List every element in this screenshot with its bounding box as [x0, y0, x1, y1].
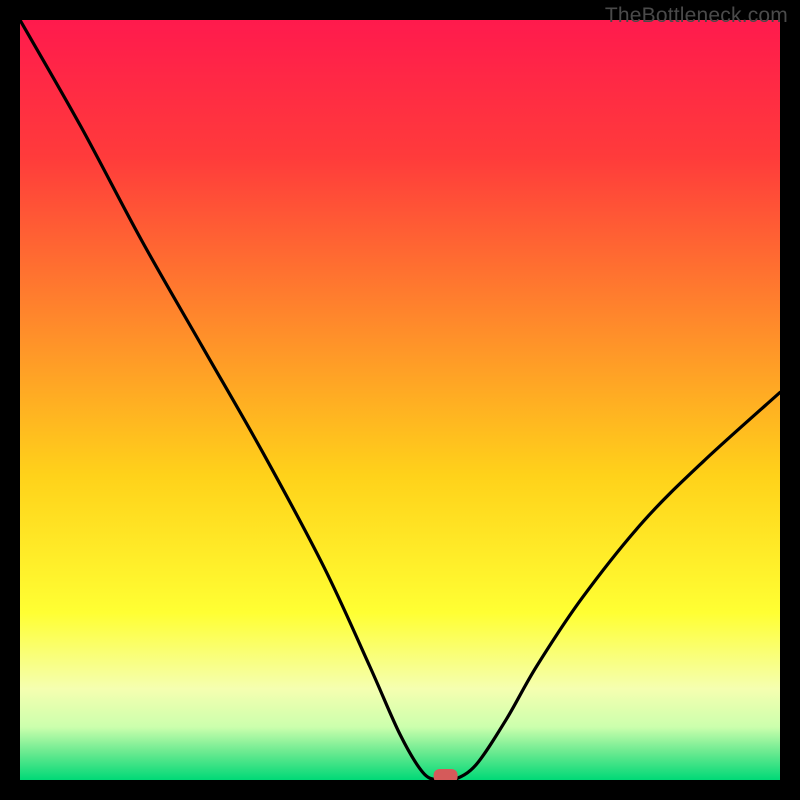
chart-svg	[20, 20, 780, 780]
plot-area	[20, 20, 780, 780]
gradient-background	[20, 20, 780, 780]
watermark-label: TheBottleneck.com	[605, 4, 788, 28]
optimal-marker	[434, 769, 458, 780]
chart-frame: TheBottleneck.com	[0, 0, 800, 800]
